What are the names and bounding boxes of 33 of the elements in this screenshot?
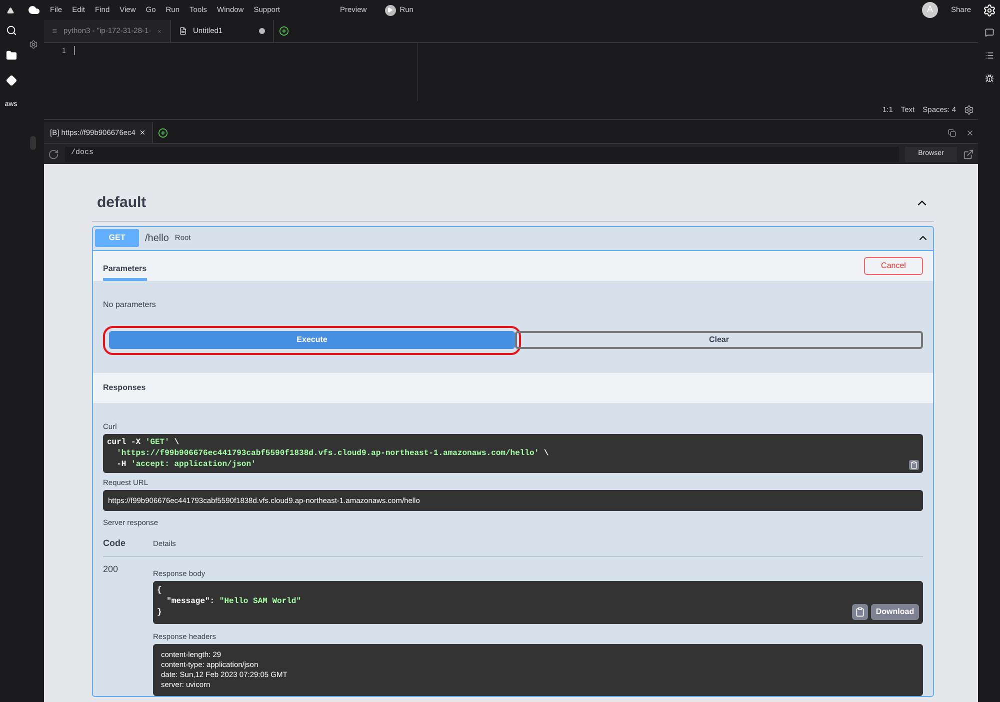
code-header: Code [103,537,126,550]
copy-icon[interactable] [852,604,868,620]
window-icon[interactable] [948,128,956,136]
endpoint-path: /hello [145,232,169,246]
cloud-icon[interactable] [28,4,40,16]
chat-icon[interactable] [984,28,994,37]
collapse-icon[interactable] [7,6,14,14]
list-icon[interactable] [984,51,994,60]
section-title[interactable]: default [97,192,146,214]
scrollbar-thumb[interactable] [30,136,36,150]
copy-icon[interactable] [909,460,919,470]
bug-icon[interactable] [984,74,994,83]
response-body: { "message": "Hello SAM World" } [157,585,302,618]
clear-button[interactable]: Clear [515,331,923,349]
add-tab-icon[interactable] [279,26,289,36]
file-icon [179,27,187,35]
menu-icon [52,27,58,35]
popout-icon[interactable] [963,148,974,160]
close-icon[interactable] [966,128,974,136]
folder-icon[interactable] [6,50,16,61]
responses-title: Responses [103,382,146,394]
diamond-icon[interactable] [6,75,16,86]
no-parameters-text: No parameters [103,300,156,308]
method-badge: GET [95,229,139,247]
parameters-tab[interactable]: Parameters [103,262,147,280]
settings-icon[interactable] [964,105,974,115]
play-icon [387,7,394,13]
download-button[interactable]: Download [871,604,919,620]
response-code: 200 [103,562,120,576]
curl-command: curl -X 'GET' \ 'https://f99b906676ec441793cabf5590f1838d.vfs.cloud9.ap-northeast-1.amazonaws.com/hello' \ -H 'accept: application/json' [107,436,550,470]
search-icon[interactable] [6,25,16,36]
reload-icon[interactable] [48,148,59,160]
add-tab-icon[interactable] [158,128,168,138]
